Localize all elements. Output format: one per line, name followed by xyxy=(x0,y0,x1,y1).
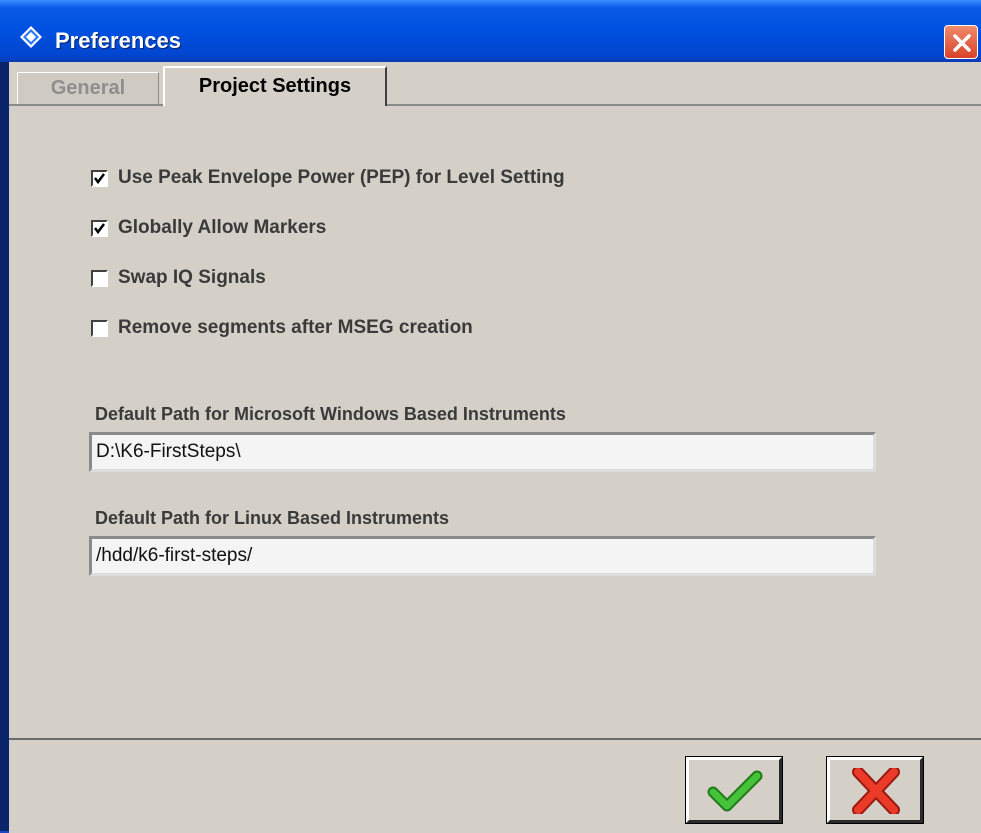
checkmark-icon xyxy=(94,222,105,234)
red-x-icon xyxy=(852,768,900,814)
checkmark-icon xyxy=(94,172,105,184)
dialog-client-area: General Project Settings Use Peak Envelo… xyxy=(9,62,981,833)
button-bar xyxy=(9,738,981,833)
pep-level-checkbox[interactable] xyxy=(91,169,108,187)
pep-level-option[interactable]: Use Peak Envelope Power (PEP) for Level … xyxy=(91,166,565,190)
close-icon xyxy=(953,34,971,52)
close-button[interactable] xyxy=(944,25,978,59)
remove-segments-label: Remove segments after MSEG creation xyxy=(118,317,473,338)
windows-path-input[interactable]: D:\K6-FirstSteps\ xyxy=(89,432,876,472)
remove-segments-checkbox[interactable] xyxy=(91,319,108,337)
cancel-button[interactable] xyxy=(826,756,924,824)
tab-strip: General Project Settings xyxy=(9,62,981,106)
allow-markers-label: Globally Allow Markers xyxy=(118,217,327,238)
tab-project-settings[interactable]: Project Settings xyxy=(163,66,387,106)
project-settings-panel: Use Peak Envelope Power (PEP) for Level … xyxy=(9,106,981,736)
ok-button[interactable] xyxy=(685,756,783,824)
swap-iq-label: Swap IQ Signals xyxy=(118,267,266,288)
green-checkmark-icon xyxy=(707,770,763,812)
allow-markers-option[interactable]: Globally Allow Markers xyxy=(91,216,326,240)
window-title: Preferences xyxy=(55,28,181,53)
title-bar[interactable]: Preferences xyxy=(0,0,981,62)
allow-markers-checkbox[interactable] xyxy=(91,219,108,237)
tab-general[interactable]: General xyxy=(17,72,159,104)
pep-level-label: Use Peak Envelope Power (PEP) for Level … xyxy=(118,167,565,188)
swap-iq-option[interactable]: Swap IQ Signals xyxy=(91,266,266,290)
rohde-schwarz-logo-icon xyxy=(20,26,42,48)
swap-iq-checkbox[interactable] xyxy=(91,269,108,287)
remove-segments-option[interactable]: Remove segments after MSEG creation xyxy=(91,316,473,340)
linux-path-input[interactable]: /hdd/k6-first-steps/ xyxy=(89,536,876,576)
preferences-dialog: Preferences General Project Settings Use… xyxy=(0,0,981,833)
windows-path-label: Default Path for Microsoft Windows Based… xyxy=(95,404,566,424)
linux-path-label: Default Path for Linux Based Instruments xyxy=(95,508,450,528)
